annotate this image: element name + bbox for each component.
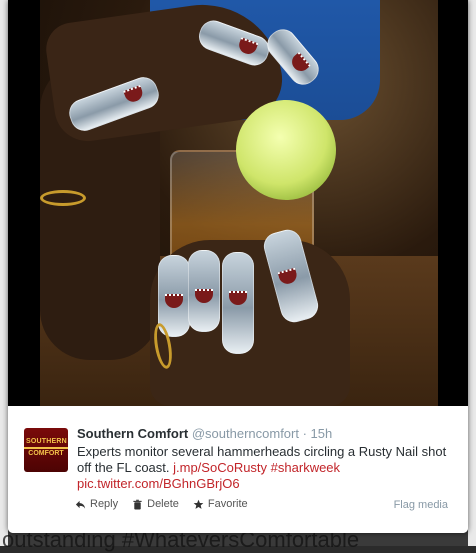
favorite-button[interactable]: Favorite — [193, 498, 248, 510]
reply-label: Reply — [90, 498, 119, 510]
avatar[interactable]: SOUTHERN COMFORT — [24, 428, 68, 472]
tweet-actions: Reply Delete Favorite — [75, 498, 248, 510]
tweet-text: Experts monitor several hammerheads circ… — [77, 444, 447, 492]
tweet-timestamp[interactable]: 15h — [311, 426, 333, 441]
shark-nail — [222, 252, 254, 354]
account-name[interactable]: Southern Comfort — [77, 426, 188, 441]
delete-button[interactable]: Delete — [132, 498, 179, 510]
tweet: SOUTHERN COMFORT Southern Comfort @south… — [8, 406, 468, 533]
avatar-brand-bottom: COMFORT — [28, 450, 64, 457]
reply-icon — [75, 500, 86, 509]
flag-media-link[interactable]: Flag media — [394, 499, 448, 511]
reply-button[interactable]: Reply — [75, 498, 118, 510]
trash-icon — [133, 499, 142, 510]
tweet-photo[interactable] — [40, 0, 438, 406]
avatar-band — [24, 447, 68, 449]
tweet-pic-link[interactable]: pic.twitter.com/BGhnGBrjO6 — [77, 476, 240, 491]
avatar-brand-top: SOUTHERN — [26, 438, 67, 445]
account-handle[interactable]: @southerncomfort — [192, 426, 299, 441]
media-container — [8, 0, 468, 406]
time-separator: · — [298, 426, 311, 441]
tweet-header: Southern Comfort @southerncomfort · 15h — [77, 426, 332, 441]
background-right-strip — [468, 0, 476, 546]
tweet-hashtag[interactable]: #sharkweek — [271, 460, 340, 475]
background-left-strip — [0, 0, 8, 546]
delete-label: Delete — [147, 498, 179, 510]
star-icon — [193, 499, 204, 509]
favorite-label: Favorite — [207, 498, 248, 510]
tweet-link-short[interactable]: j.mp/SoCoRusty — [173, 460, 267, 475]
shark-nail — [188, 250, 220, 332]
media-modal: SOUTHERN COMFORT Southern Comfort @south… — [8, 0, 468, 533]
photo-gold-ring — [40, 190, 86, 206]
